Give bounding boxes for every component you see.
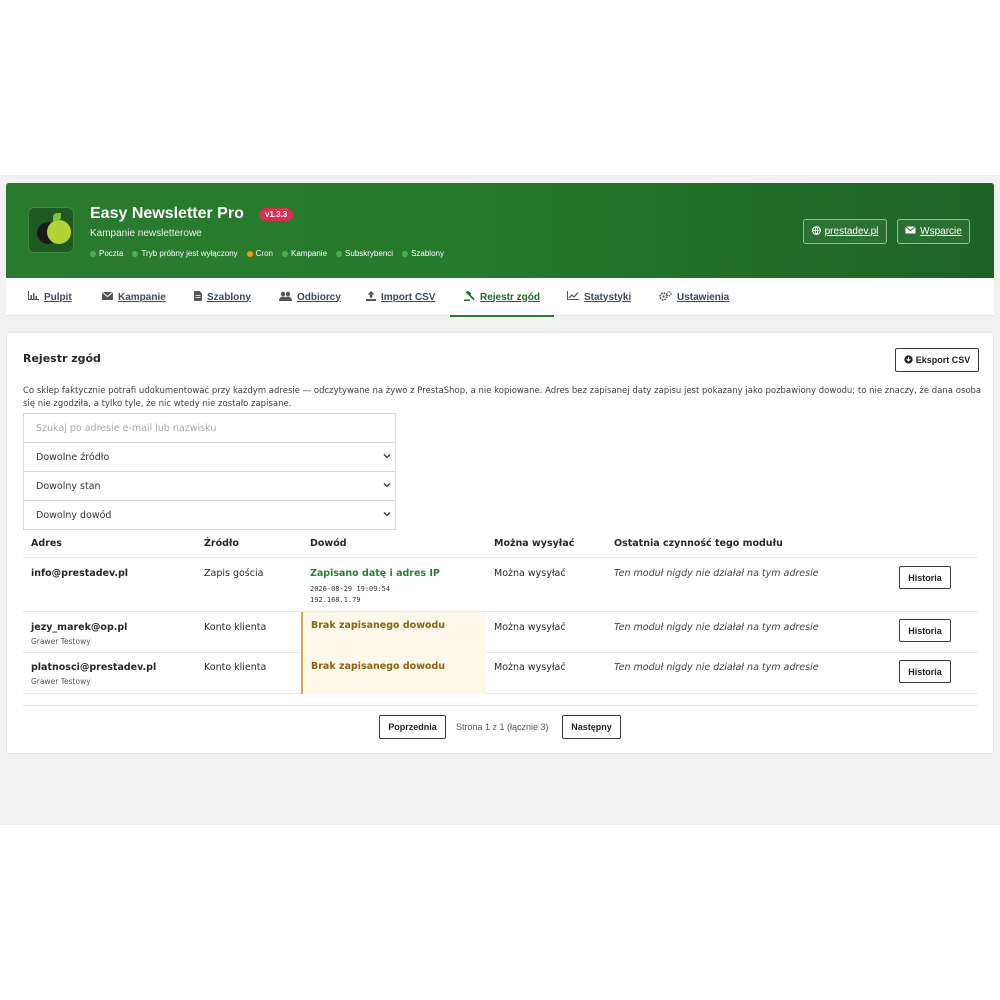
column-header-source: Źródło xyxy=(204,538,239,549)
status-cron: Cron xyxy=(246,249,273,258)
version-badge: v1.3.3 xyxy=(259,208,294,221)
row-can-send: Można wysyłać xyxy=(494,622,566,633)
globe-icon xyxy=(811,225,821,238)
row-email: info@prestadev.pl xyxy=(31,568,129,579)
row-proof: Zapisano datę i adres IP xyxy=(310,568,440,579)
proof-select[interactable]: Dowolny dowód xyxy=(23,500,396,530)
prestadev-link-label: prestadev.pl xyxy=(824,226,879,237)
table-row: info@prestadev.pl Zapis gościa Zapisano … xyxy=(23,558,978,612)
tab-rejestr-zgod[interactable]: Rejestr zgód xyxy=(449,278,555,317)
row-can-send: Można wysyłać xyxy=(494,662,566,673)
row-customer-name: Grawer Testowy xyxy=(31,677,91,686)
row-proof-missing: Brak zapisanego dowodu xyxy=(301,612,486,653)
prestadev-link-button[interactable]: prestadev.pl xyxy=(803,219,887,244)
upload-icon xyxy=(366,290,376,304)
module-header: Easy Newsletter Pro v1.3.3 Kampanie news… xyxy=(6,183,994,278)
support-button[interactable]: Wsparcie xyxy=(897,219,970,244)
document-icon xyxy=(194,290,202,304)
row-customer-name: Grawer Testowy xyxy=(31,637,91,646)
row-email: platnosci@prestadev.pl xyxy=(31,662,157,673)
next-page-button[interactable]: Następny xyxy=(562,715,621,739)
pager-info: Strona 1 z 1 (łącznie 3) xyxy=(456,722,549,732)
chevron-down-icon xyxy=(383,481,391,491)
download-icon xyxy=(904,354,913,366)
row-last-action: Ten moduł nigdy nie działał na tym adres… xyxy=(614,568,819,579)
status-poczta: Poczta xyxy=(90,249,123,258)
envelope-icon xyxy=(905,226,916,237)
app-container: Easy Newsletter Pro v1.3.3 Kampanie news… xyxy=(0,175,1000,825)
column-header-can-send: Można wysyłać xyxy=(494,538,575,549)
state-select[interactable]: Dowolny stan xyxy=(23,471,396,501)
chevron-down-icon xyxy=(383,510,391,520)
app-subtitle: Kampanie newsletterowe xyxy=(90,228,202,239)
gears-icon xyxy=(659,290,672,304)
app-title: Easy Newsletter Pro xyxy=(90,205,244,222)
chevron-down-icon xyxy=(383,452,391,462)
envelope-icon xyxy=(101,291,114,303)
row-proof-missing: Brak zapisanego dowodu xyxy=(301,653,486,694)
line-chart-icon xyxy=(567,291,579,303)
export-csv-button[interactable]: Eksport CSV xyxy=(895,348,979,372)
status-test-mode: Tryb próbny jest wyłączony xyxy=(132,249,238,258)
status-campaigns: Kampanie xyxy=(282,249,327,258)
row-proof-details: 2026-08-29 19:09:54 192.168.1.79 xyxy=(310,584,390,606)
consent-register-panel: Rejestr zgód Eksport CSV Co sklep faktyc… xyxy=(6,332,994,754)
tab-kampanie[interactable]: Kampanie xyxy=(101,278,166,316)
row-email: jezy_marek@op.pl xyxy=(31,622,128,633)
row-proof: Brak zapisanego dowodu xyxy=(311,620,446,631)
status-dot-icon xyxy=(132,250,139,257)
tab-statystyki[interactable]: Statystyki xyxy=(567,278,631,316)
status-templates: Szablony xyxy=(402,249,444,258)
row-proof-ip: 192.168.1.79 xyxy=(310,596,361,604)
tab-odbiorcy[interactable]: Odbiorcy xyxy=(279,278,341,316)
status-dot-icon xyxy=(246,250,253,257)
row-proof-date: 2026-08-29 19:09:54 xyxy=(310,585,391,593)
row-last-action: Ten moduł nigdy nie działał na tym adres… xyxy=(614,622,819,633)
search-input[interactable]: Szukaj po adresie e-mail lub nazwisku xyxy=(23,413,396,443)
module-logo xyxy=(28,207,74,253)
row-source: Konto klienta xyxy=(204,662,267,673)
status-row: Poczta Tryb próbny jest wyłączony Cron K… xyxy=(90,249,444,258)
table-row: platnosci@prestadev.pl Grawer Testowy Ko… xyxy=(23,653,978,694)
history-button[interactable]: Historia xyxy=(899,660,951,683)
panel-title: Rejestr zgód xyxy=(23,352,101,365)
status-dot-icon xyxy=(402,250,409,257)
tab-import-csv[interactable]: Import CSV xyxy=(366,278,435,316)
row-source: Zapis gościa xyxy=(204,568,264,579)
column-header-last-action: Ostatnia czynność tego modułu xyxy=(614,538,783,549)
status-dot-icon xyxy=(336,250,343,257)
source-select[interactable]: Dowolne źródło xyxy=(23,442,396,472)
table-row: jezy_marek@op.pl Grawer Testowy Konto kl… xyxy=(23,612,978,653)
panel-description: Co sklep faktycznie potrafi udokumentowa… xyxy=(23,386,982,409)
status-dot-icon xyxy=(90,250,96,257)
bar-chart-icon xyxy=(28,291,39,303)
row-proof: Brak zapisanego dowodu xyxy=(311,661,446,672)
users-icon xyxy=(279,291,292,304)
row-source: Konto klienta xyxy=(204,622,267,633)
row-last-action: Ten moduł nigdy nie działał na tym adres… xyxy=(614,662,819,673)
column-header-address: Adres xyxy=(31,538,62,549)
gavel-icon xyxy=(464,289,475,304)
tab-bar: Pulpit Kampanie Szablony Odbiorcy Import… xyxy=(6,278,994,317)
status-dot-icon xyxy=(282,250,288,257)
previous-page-button[interactable]: Poprzednia xyxy=(379,715,446,739)
status-subscribers: Subskrybenci xyxy=(336,249,393,258)
row-can-send: Można wysyłać xyxy=(494,568,566,579)
tab-pulpit[interactable]: Pulpit xyxy=(28,278,72,316)
tab-szablony[interactable]: Szablony xyxy=(194,278,251,316)
pager-divider xyxy=(23,705,978,706)
tab-ustawienia[interactable]: Ustawienia xyxy=(659,278,729,316)
history-button[interactable]: Historia xyxy=(899,566,951,589)
support-label: Wsparcie xyxy=(920,226,962,237)
column-header-proof: Dowód xyxy=(310,538,347,549)
history-button[interactable]: Historia xyxy=(899,619,951,642)
